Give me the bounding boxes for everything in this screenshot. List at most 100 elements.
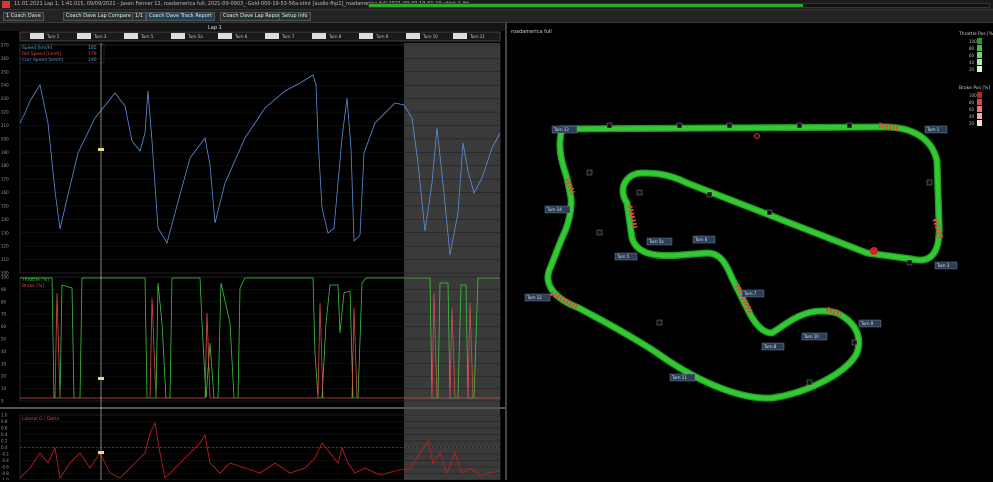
shaded-region <box>404 43 500 480</box>
throttle-legend-swatch <box>977 38 982 44</box>
speed-tick-label: 170 <box>1 177 9 182</box>
speed-tick-label: 160 <box>1 190 9 195</box>
brake-legend-value: 80 <box>969 100 975 105</box>
car-position-dot <box>870 247 878 255</box>
distance-marker <box>851 339 858 346</box>
speed-tick-label: 130 <box>1 230 9 235</box>
throttle-tick-label: 60 <box>1 324 7 329</box>
speed-tick-label: 210 <box>1 123 9 128</box>
turn-marker-label: Turn 9 <box>375 34 389 39</box>
speed-tick-label: 270 <box>1 43 9 48</box>
lap-progress-bar[interactable] <box>368 3 990 8</box>
brake-legend-swatch <box>977 99 982 105</box>
throttle-legend-value: 40 <box>969 60 975 65</box>
track-throttle-trace <box>545 124 942 401</box>
track-report-tab[interactable]: Coach Dave Track Report <box>146 12 215 21</box>
speed-tick-label: 180 <box>1 163 9 168</box>
brake-legend-swatch <box>977 113 982 119</box>
throttle-legend-value: 100 <box>969 39 977 44</box>
speed-legend-name: Speed [km/h] <box>22 45 53 51</box>
brake-zone <box>549 290 579 310</box>
distance-marker <box>906 259 913 266</box>
speed-legend-value: 185 <box>88 45 97 51</box>
throttle-tick-label: 100 <box>1 275 9 280</box>
delta-legend-name: Lateral G / Delta <box>22 416 59 422</box>
throttle-legend-value: 60 <box>969 53 975 58</box>
lap-progress-fill <box>369 4 803 7</box>
distance-marker <box>606 122 613 129</box>
lap-header-bg <box>0 23 505 31</box>
delta-tick-label: 0.6 <box>1 426 8 431</box>
speed-tick-label: 260 <box>1 56 9 61</box>
track-outline <box>544 123 943 402</box>
speed-tick-label: 150 <box>1 203 9 208</box>
throttle-legend-value: 20 <box>969 67 975 72</box>
turn-marker-box <box>218 33 232 39</box>
lap-compare-tab[interactable]: Coach Dave Lap Compare <box>63 12 134 21</box>
start-marker-icon <box>754 133 760 139</box>
cursor-marker-speed <box>98 148 104 151</box>
speed-legend-name: Corr Speed [km/h] <box>22 57 64 63</box>
throttle-tick-label: 10 <box>1 386 7 391</box>
corner-label: Turn 7 <box>743 291 757 296</box>
distance-marker <box>676 122 683 129</box>
corner-label: Turn 9 <box>860 321 874 326</box>
throttle-legend-value: 80 <box>969 46 975 51</box>
track-map-panel: roadamerica full Throttle Pos [%] 100 80 60 4… <box>507 23 993 480</box>
throttle-legend-swatch <box>977 52 982 58</box>
title-bar: 11.01.2021 Lap 1, 1:41.015, 09/09/2021 -… <box>0 0 993 10</box>
speed-legend-name: Ref Speed [km/h] <box>22 51 61 57</box>
corner-label: Turn 14 <box>546 207 562 212</box>
distance-marker <box>926 179 933 186</box>
corner-label: Turn 8 <box>763 344 777 349</box>
turn-marker-label: Turn 1 <box>46 34 60 39</box>
throttle-tick-label: 0 <box>1 399 4 404</box>
throttle-legend-title: Throttle Pos [%] <box>958 31 993 37</box>
speed-tick-label: 200 <box>1 136 9 141</box>
distance-marker <box>586 169 593 176</box>
throttle-tick-label: 40 <box>1 349 7 354</box>
brake-legend-swatch <box>977 106 982 112</box>
lap-label: Lap 1 <box>208 25 222 31</box>
corner-label: Turn 12 <box>526 295 542 300</box>
throttle-tick-label: 30 <box>1 361 7 366</box>
setup-info-tab[interactable]: Setup Info <box>279 12 311 21</box>
delta-tick-label: -0.6 <box>1 465 9 470</box>
speed-tick-label: 120 <box>1 244 9 249</box>
telemetry-charts[interactable]: Lap 1 Turn 1 Turn 3 Turn 5 Turn 5a Turn 6 Turn… <box>0 23 505 482</box>
corner-label: Turn 5a <box>648 239 664 244</box>
turn-marker-box <box>124 33 138 39</box>
corner-label: Turn 1 <box>926 127 940 132</box>
turn-marker-box <box>171 33 185 39</box>
turn-marker-label: Turn 11 <box>469 34 485 39</box>
turn-marker-label: Turn 5a <box>187 34 203 39</box>
telemetry-panel: Lap 1 Turn 1 Turn 3 Turn 5 Turn 5a Turn 6 Turn… <box>0 23 507 482</box>
speed-tick-label: 110 <box>1 257 9 262</box>
delta-tick-label: 0.4 <box>1 432 8 437</box>
delta-tick-label: 0.8 <box>1 419 8 424</box>
turn-marker-box <box>312 33 326 39</box>
track-map[interactable]: roadamerica full Throttle Pos [%] 100 80 60 4… <box>507 23 993 480</box>
lap-report-tab[interactable]: Coach Dave Lap Report <box>220 12 285 21</box>
turn-marker-label: Turn 5 <box>140 34 154 39</box>
distance-marker <box>766 209 773 216</box>
distance-marker <box>706 191 713 198</box>
turn-marker-label: Turn 3 <box>93 34 107 39</box>
workspace-dropdown[interactable]: 1 Coach Dave <box>3 12 44 21</box>
brake-legend-value: 40 <box>969 114 975 119</box>
app-icon <box>2 1 10 8</box>
speed-legend-value: 190 <box>88 57 97 63</box>
speed-tick-label: 190 <box>1 150 9 155</box>
throttle-tick-label: 90 <box>1 287 7 292</box>
cursor-marker-throttle <box>98 377 104 380</box>
page-counter[interactable]: 1/1 <box>132 12 147 21</box>
cursor-marker-delta <box>98 451 104 454</box>
throttle-legend-swatch <box>977 59 982 65</box>
track-name: roadamerica full <box>511 29 552 35</box>
speed-tick-label: 240 <box>1 83 9 88</box>
throttle-tick-label: 80 <box>1 299 7 304</box>
delta-tick-label: 0.2 <box>1 439 8 444</box>
distance-marker <box>596 229 603 236</box>
turn-marker-box <box>453 33 467 39</box>
brake-legend-value: 100 <box>969 93 977 98</box>
